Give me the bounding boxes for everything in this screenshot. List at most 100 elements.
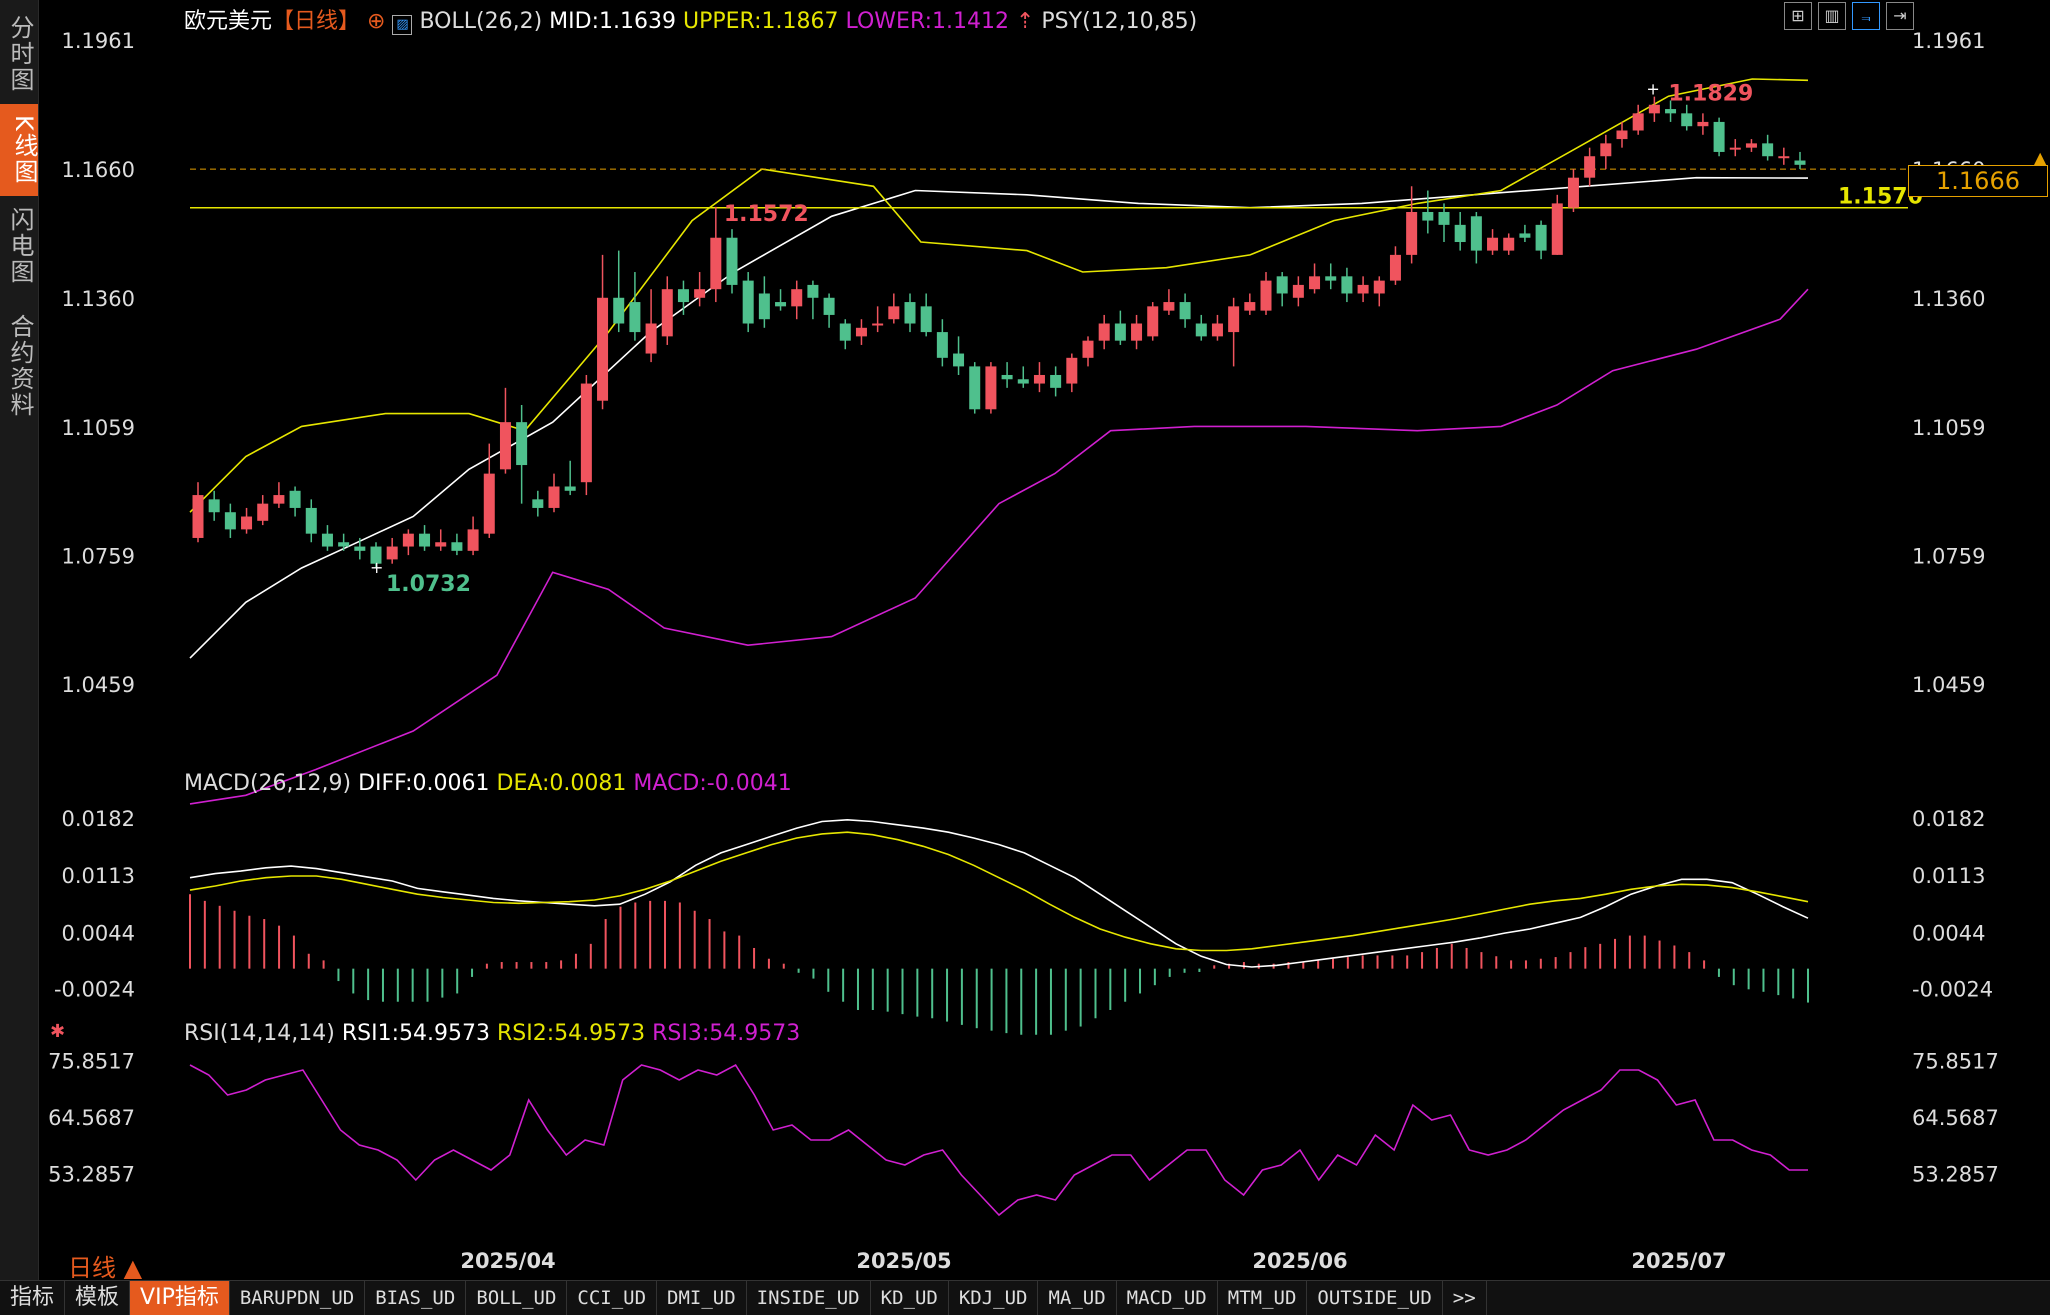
indicator-tab--[interactable]: >> — [1443, 1281, 1487, 1315]
indicator-tab-kd-ud[interactable]: KD_UD — [871, 1281, 949, 1315]
candle-body — [516, 422, 528, 466]
rsi-tick-right: 53.2857 — [1912, 1163, 1999, 1187]
candle-body — [904, 302, 916, 324]
high-marker-icon: + — [1646, 80, 1659, 99]
candle-body — [807, 284, 819, 298]
candle-body — [467, 529, 479, 551]
candle-body — [338, 542, 350, 547]
candle-body — [1470, 216, 1482, 251]
candle-body — [483, 473, 495, 534]
price-tick-left: 1.1961 — [62, 29, 135, 53]
indicator-tab-inside-ud[interactable]: INSIDE_UD — [747, 1281, 871, 1315]
chart-area[interactable]: 1.19611.19611.16601.16601.13601.13601.10… — [38, 0, 2050, 1280]
macd-tick-left: -0.0024 — [54, 978, 135, 1002]
indicator-tab-cci-ud[interactable]: CCI_UD — [567, 1281, 658, 1315]
low-price-label: 1.0732 — [386, 572, 471, 597]
candle-body — [1406, 211, 1418, 255]
indicator-tab-outside-ud[interactable]: OUTSIDE_UD — [1307, 1281, 1443, 1315]
candle-body — [1729, 147, 1741, 150]
candle-body — [564, 486, 576, 491]
candle-body — [953, 353, 965, 367]
candle-body — [839, 323, 851, 341]
boll-upper: UPPER:1.1867 — [682, 9, 839, 34]
candle-body — [192, 495, 204, 538]
psy-label: PSY(12,10,85) — [1041, 9, 1198, 34]
candle-body — [1163, 302, 1175, 311]
price-tick-right: 1.1059 — [1912, 416, 1985, 440]
price-tick-left: 1.1660 — [62, 158, 135, 182]
candle-body — [1713, 121, 1725, 152]
rsi-label: RSI(14,14,14) — [184, 1021, 335, 1046]
indicator-tab-dmi-ud[interactable]: DMI_UD — [657, 1281, 747, 1315]
boll-label: BOLL(26,2) — [419, 9, 543, 34]
x-axis-date-label: 2025/05 — [856, 1249, 951, 1273]
candle-body — [1017, 379, 1029, 384]
candle-body — [629, 302, 641, 333]
candle-chart-icon[interactable]: ▥ — [1818, 2, 1846, 30]
tab-intraday-chart[interactable]: 分时图 — [4, 8, 34, 100]
indicator-tab-templates[interactable]: 模板 — [65, 1281, 131, 1315]
macd-tick-left: 0.0182 — [62, 807, 135, 831]
expand-icon[interactable]: ⇥ — [1886, 2, 1914, 30]
line-chart-icon[interactable]: ⫬ — [1852, 2, 1880, 30]
candle-body — [710, 237, 722, 290]
candle-body — [1341, 276, 1353, 294]
candle-body — [273, 495, 285, 504]
candle-body — [597, 297, 609, 401]
period-tag[interactable]: 【日线】 — [272, 9, 360, 34]
indicator-tab-vip-indicators[interactable]: VIP指标 — [130, 1281, 230, 1315]
candle-body — [1487, 237, 1499, 251]
candle-body — [1276, 276, 1288, 294]
indicator-tab-indicators[interactable]: 指标 — [0, 1281, 66, 1315]
candle-body — [1228, 306, 1240, 333]
candle-body — [1681, 113, 1693, 127]
indicator-tab-kdj-ud[interactable]: KDJ_UD — [949, 1281, 1039, 1315]
candle-body — [354, 546, 366, 551]
indicator-tab-mtm-ud[interactable]: MTM_UD — [1218, 1281, 1308, 1315]
boll-mid: MID:1.1639 — [549, 9, 676, 34]
candle-body — [677, 289, 689, 303]
crosshair-icon[interactable]: ⊕ — [367, 9, 385, 34]
tab-kline-chart[interactable]: K线图 — [0, 104, 38, 196]
price-tick-right: 1.1360 — [1912, 287, 1985, 311]
grid-icon[interactable]: ⊞ — [1784, 2, 1812, 30]
candle-body — [1503, 237, 1515, 251]
candle-body — [1389, 254, 1401, 281]
indicator-tab-barupdn-ud[interactable]: BARUPDN_UD — [230, 1281, 366, 1315]
candle-body — [451, 542, 463, 551]
macd-header: MACD(26,12,9) DIFF:0.0061 DEA:0.0081 MAC… — [184, 771, 792, 796]
indicator-tab-macd-ud[interactable]: MACD_UD — [1117, 1281, 1218, 1315]
candle-body — [1454, 224, 1466, 243]
boll-lower-line — [189, 288, 1809, 805]
candle-body — [1648, 104, 1660, 114]
candle-body — [580, 383, 592, 483]
candle-body — [532, 499, 544, 508]
indicator-tab-bias-ud[interactable]: BIAS_UD — [365, 1281, 467, 1315]
candle-body — [758, 293, 770, 320]
candle-body — [613, 297, 625, 324]
macd-dea-line — [189, 831, 1809, 952]
candle-body — [257, 503, 269, 521]
price-tick-right: 1.0459 — [1912, 673, 1985, 697]
tab-contract-info[interactable]: 合约资料 — [4, 306, 34, 426]
mid-high-price-label: 1.1572 — [724, 202, 809, 227]
tab-flash-chart[interactable]: 闪电图 — [4, 200, 34, 292]
indicator-tab-ma-ud[interactable]: MA_UD — [1038, 1281, 1117, 1315]
candle-body — [224, 512, 236, 530]
candle-body — [855, 327, 867, 337]
period-selector[interactable]: 日线 ▲ — [68, 1248, 142, 1283]
candle-body — [1260, 280, 1272, 311]
rsi1-value: RSI1:54.9573 — [341, 1021, 490, 1046]
candle-body — [1422, 211, 1434, 221]
candle-body — [1082, 340, 1094, 358]
candle-body — [645, 323, 657, 354]
settings-icon[interactable]: ✱ — [50, 1021, 65, 1042]
candle-body — [1357, 284, 1369, 294]
candle-body — [1292, 284, 1304, 298]
candle-body — [1114, 323, 1126, 341]
candle-body — [435, 542, 447, 547]
indicator-tab-boll-ud[interactable]: BOLL_UD — [466, 1281, 568, 1315]
candle-body — [1665, 109, 1677, 114]
rsi-tick-left: 64.5687 — [48, 1106, 135, 1130]
indicator-icon[interactable]: ▨ — [392, 15, 413, 35]
